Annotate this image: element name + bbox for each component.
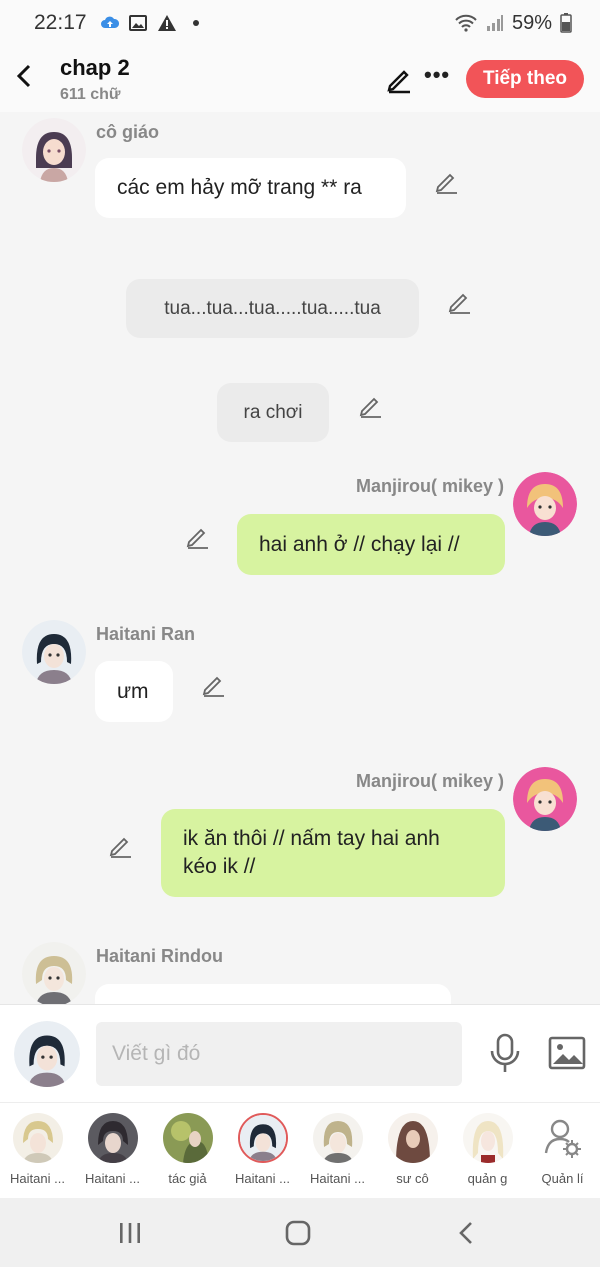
edit-message-icon[interactable] bbox=[434, 168, 460, 194]
character-label: quản g bbox=[467, 1171, 508, 1186]
selected-character-avatar[interactable] bbox=[14, 1021, 80, 1087]
message-text-line-1: ik ăn thôi // nấm tay hai anh bbox=[183, 827, 440, 850]
edit-chapter-icon[interactable] bbox=[384, 64, 414, 94]
system-navigation-bar bbox=[0, 1198, 600, 1267]
message-bubble[interactable]: các em hảy mỡ trang ** ra bbox=[95, 158, 406, 218]
sent-message-bubble[interactable]: ik ăn thôi // nấm tay hai anh kéo ik // bbox=[161, 809, 505, 897]
more-options-icon[interactable]: ••• bbox=[424, 64, 450, 86]
status-time: 22:17 bbox=[34, 11, 87, 34]
character-avatar-selected bbox=[237, 1113, 288, 1163]
home-icon bbox=[285, 1220, 311, 1246]
user-settings-icon bbox=[537, 1113, 588, 1163]
sent-message-bubble[interactable]: hai anh ở // chạy lại // bbox=[237, 514, 505, 575]
message-bubble[interactable]: ưm bbox=[95, 661, 173, 722]
chapter-header: chap 2 611 chữ ••• Tiếp theo bbox=[0, 46, 600, 112]
character-label: sư cô bbox=[396, 1171, 429, 1186]
recent-apps-button[interactable] bbox=[110, 1216, 150, 1250]
character-selector: Haitani ... Haitani ... tác giả Haitani … bbox=[0, 1102, 600, 1198]
recent-apps-icon bbox=[120, 1223, 140, 1243]
avatar-haitani-ran[interactable] bbox=[22, 620, 86, 684]
edit-message-icon[interactable] bbox=[358, 392, 384, 418]
message-text: tua...tua...tua.....tua.....tua bbox=[164, 297, 381, 319]
back-nav-button[interactable] bbox=[446, 1216, 486, 1250]
character-label: Haitani ... bbox=[235, 1171, 290, 1186]
sender-name: cô giáo bbox=[96, 122, 160, 142]
character-label: tác giả bbox=[168, 1171, 207, 1186]
narration-bubble[interactable]: tua...tua...tua.....tua.....tua bbox=[126, 279, 419, 338]
message-text: ưm bbox=[117, 679, 149, 703]
character-label: Haitani ... bbox=[10, 1171, 65, 1186]
message-text-line-2: kéo ik // bbox=[183, 855, 256, 878]
message-text: ra chơi bbox=[243, 401, 303, 423]
message-text: hai anh ở // chạy lại // bbox=[259, 532, 460, 556]
signal-icon bbox=[486, 15, 503, 31]
message-composer bbox=[0, 1004, 600, 1102]
character-avatar bbox=[387, 1113, 438, 1163]
character-avatar bbox=[87, 1113, 138, 1163]
character-avatar bbox=[12, 1113, 63, 1163]
character-item[interactable]: sư cô bbox=[375, 1103, 450, 1198]
warning-icon bbox=[157, 15, 176, 31]
chat-area[interactable]: cô giáo các em hảy mỡ trang ** ra tua...… bbox=[0, 112, 600, 1004]
chevron-left-icon bbox=[16, 64, 31, 88]
image-notification-icon bbox=[128, 15, 147, 31]
character-avatar bbox=[162, 1113, 213, 1163]
sender-name: Manjirou( mikey ) bbox=[356, 476, 505, 496]
message-input[interactable] bbox=[96, 1022, 462, 1086]
character-item[interactable]: Haitani ... bbox=[300, 1103, 375, 1198]
page-title: chap 2 bbox=[60, 55, 130, 80]
character-avatar bbox=[312, 1113, 363, 1163]
avatar-haitani-rindou[interactable] bbox=[22, 942, 86, 1004]
next-chapter-button[interactable]: Tiếp theo bbox=[466, 60, 584, 98]
character-item[interactable]: Haitani ... bbox=[225, 1103, 300, 1198]
edit-message-icon[interactable] bbox=[185, 523, 211, 549]
character-avatar bbox=[462, 1113, 513, 1163]
edit-message-icon[interactable] bbox=[201, 671, 227, 697]
message-text: các em hảy mỡ trang ** ra bbox=[117, 176, 362, 199]
manage-characters-button[interactable]: Quản lí bbox=[525, 1103, 600, 1198]
edit-message-icon[interactable] bbox=[108, 832, 134, 858]
back-button[interactable] bbox=[10, 60, 38, 92]
cloud-upload-icon bbox=[100, 16, 119, 28]
battery-icon bbox=[560, 13, 572, 33]
character-item[interactable]: tác giả bbox=[150, 1103, 225, 1198]
word-count: 611 chữ bbox=[60, 86, 121, 103]
image-icon[interactable] bbox=[548, 1035, 586, 1071]
chevron-left-icon bbox=[459, 1222, 472, 1244]
more-notifications-dot-icon bbox=[192, 20, 199, 26]
avatar-mikey[interactable] bbox=[513, 472, 577, 536]
status-bar: 22:17 59% bbox=[0, 0, 600, 46]
character-label: Haitani ... bbox=[85, 1171, 140, 1186]
sender-name: Haitani Ran bbox=[96, 624, 196, 644]
character-item[interactable]: Haitani ... bbox=[0, 1103, 75, 1198]
character-item[interactable]: quản g bbox=[450, 1103, 525, 1198]
home-button[interactable] bbox=[278, 1216, 318, 1250]
avatar-teacher[interactable] bbox=[22, 118, 86, 182]
microphone-icon[interactable] bbox=[488, 1033, 522, 1075]
sender-name: Haitani Rindou bbox=[96, 946, 223, 966]
character-label: Haitani ... bbox=[310, 1171, 365, 1186]
character-label: Quản lí bbox=[541, 1171, 584, 1186]
message-bubble[interactable] bbox=[95, 984, 451, 1004]
character-item[interactable]: Haitani ... bbox=[75, 1103, 150, 1198]
battery-percent: 59% bbox=[511, 11, 552, 34]
edit-message-icon[interactable] bbox=[447, 288, 473, 314]
sender-name: Manjirou( mikey ) bbox=[356, 771, 505, 791]
avatar-mikey[interactable] bbox=[513, 767, 577, 831]
narration-bubble[interactable]: ra chơi bbox=[217, 383, 329, 442]
wifi-icon bbox=[455, 14, 477, 32]
